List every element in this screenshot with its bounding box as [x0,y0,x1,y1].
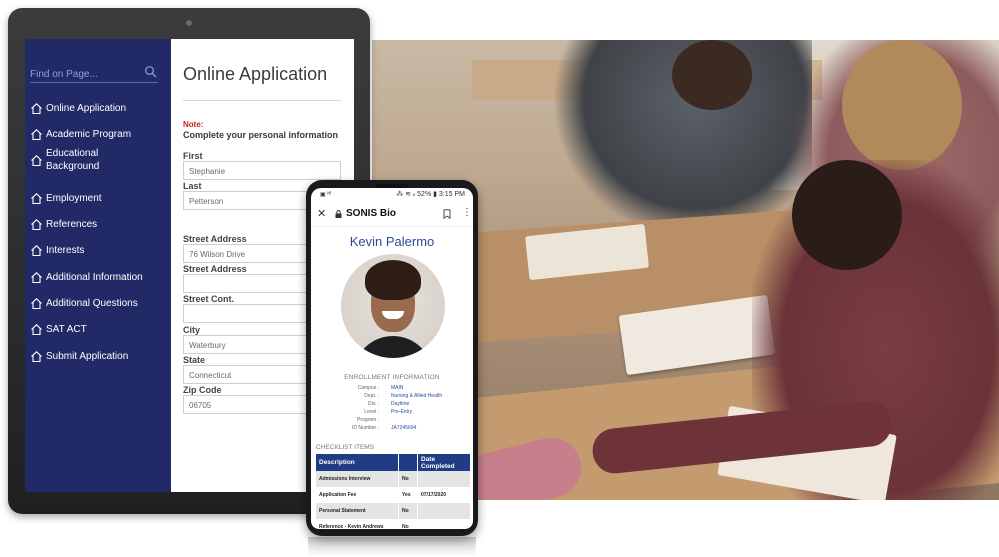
table-cell: Application Fee [319,492,357,498]
table-cell: Yes [398,487,418,503]
sidebar-item-online-application[interactable]: Online Application [30,95,170,121]
sidebar-item-employment[interactable]: Employment [30,185,170,211]
app-title: SONIS Bio [346,208,397,219]
home-outline-icon [31,297,42,309]
table-cell: No [398,471,418,487]
zip-code-label: Zip Code [183,385,222,395]
find-on-page [30,64,158,83]
home-outline-icon [31,271,42,283]
sidebar-item-educational-background[interactable]: Educational Background [30,147,110,185]
student-name: Kevin Palermo [349,234,435,249]
sidebar-item-label: SAT ACT [46,324,87,335]
enrollment-value: Pre-Entry [391,409,413,415]
sidebar-item-academic-program[interactable]: Academic Program [30,121,170,147]
sidebar-item-label: References [46,218,98,230]
table-cell: No [398,503,418,519]
enrollment-key: Div. : [367,401,379,407]
sidebar-item-sat-act[interactable]: SAT ACT [30,316,170,343]
status-left: ▣ ᴺᶠ [320,192,332,198]
home-outline-icon [31,155,42,167]
sidebar-item-label: Academic Program [46,128,132,140]
state-label: State [183,355,206,365]
sidebar-item-label: Additional Questions [46,297,138,309]
column-header: Description [316,454,399,471]
home-outline-icon [31,324,42,336]
sidebar-item-label: Additional Information [46,271,143,283]
table-cell: Personal Statement [316,503,399,519]
status-bar: ▣ ᴺᶠ ⁂ ≋ ᵢₗ 52% ▮ 3:15 PM [311,188,473,200]
page-title: Online Application [183,64,328,84]
sidebar-item-label: Interests [46,245,85,256]
enrollment-heading: ENROLLMENT INFORMATION [344,374,440,381]
phone-screen: ▣ ᴺᶠ ⁂ ≋ ᵢₗ 52% ▮ 3:15 PM ✕ SONIS Bio ⋮ … [311,188,473,529]
enrollment-key: Program : [357,417,379,423]
sidebar: Online Application Academic Program Educ… [25,39,171,492]
table-cell [417,519,470,529]
sidebar-item-additional-questions[interactable]: Additional Questions [30,290,170,316]
table-row: Application Fee Yes 07/17/2020 [316,487,470,503]
sidebar-item-additional-information[interactable]: Additional Information [30,264,170,290]
sidebar-item-label: Submit Application [46,350,129,362]
table-cell: No [398,519,418,529]
enrollment-value: MAIN [391,385,404,391]
column-header: Date Completed [417,454,470,471]
close-icon[interactable]: ✕ [317,207,326,220]
phone-device: ▣ ᴺᶠ ⁂ ≋ ᵢₗ 52% ▮ 3:15 PM ✕ SONIS Bio ⋮ … [306,180,478,536]
checklist-table: Description Date Completed Admissions In… [316,454,470,529]
note-label: Note: [183,120,204,129]
home-outline-icon [31,102,42,114]
phone-reflection [308,537,476,557]
column-header [398,454,418,471]
table-cell: Reference - Kevin Andrews [319,524,384,529]
table-row: Personal Statement No [316,503,470,519]
form-subtitle: Complete your personal information [183,130,339,140]
street-cont-label: Street Cont. [183,294,235,304]
sidebar-item-label: Educational Background [46,148,100,172]
table-cell [417,503,470,519]
table-row: Admissions Interview No [316,471,470,487]
city-label: City [183,325,201,335]
table-row: Reference - Kevin Andrews No [316,519,470,529]
enrollment-value: Daytime [391,401,410,407]
home-outline-icon [31,350,42,362]
title-divider [183,100,341,101]
home-outline-icon [31,245,42,257]
search-icon[interactable] [144,65,158,79]
first-name-label: First [183,151,203,161]
table-cell [417,471,470,487]
enrollment-key: Level : [364,409,379,415]
app-bar: ✕ SONIS Bio ⋮ [311,204,473,227]
home-outline-icon [31,128,42,140]
student-avatar [341,254,445,358]
enrollment-key: ID Number : [352,425,379,431]
lock-icon [335,210,342,218]
enrollment-value: Nursing & Allied Health [391,393,443,399]
bookmark-icon[interactable] [443,209,451,219]
table-cell: Admissions Interview [316,471,399,487]
sidebar-item-references[interactable]: References [30,211,170,237]
enrollment-key: Campus : [357,385,379,391]
checklist-heading: CHECKLIST ITEMS [316,444,375,451]
table-header-row: Description Date Completed [316,454,470,471]
street-address-2-label: Street Address [183,264,247,274]
first-name-field[interactable]: Stephanie [183,161,341,180]
tablet-camera [186,20,192,26]
sidebar-item-submit-application[interactable]: Submit Application [30,343,170,369]
find-on-page-input[interactable] [30,66,140,83]
sidebar-nav: Online Application Academic Program Educ… [30,95,170,369]
tablet-screen: Online Application Academic Program Educ… [25,39,354,492]
table-cell: 07/17/2020 [417,487,470,503]
status-right: ⁂ ≋ ᵢₗ 52% ▮ 3:15 PM [396,191,465,198]
enrollment-value: JA7245694 [391,425,417,431]
sidebar-item-label: Employment [46,192,102,204]
more-vert-icon[interactable]: ⋮ [462,207,472,218]
street-address-label: Street Address [183,234,247,244]
enrollment-key: Dept. : [364,393,379,399]
sidebar-item-interests[interactable]: Interests [30,237,170,264]
last-name-label: Last [183,181,202,191]
home-outline-icon [31,218,42,230]
home-outline-icon [31,192,42,204]
sidebar-item-label: Online Application [46,102,127,114]
